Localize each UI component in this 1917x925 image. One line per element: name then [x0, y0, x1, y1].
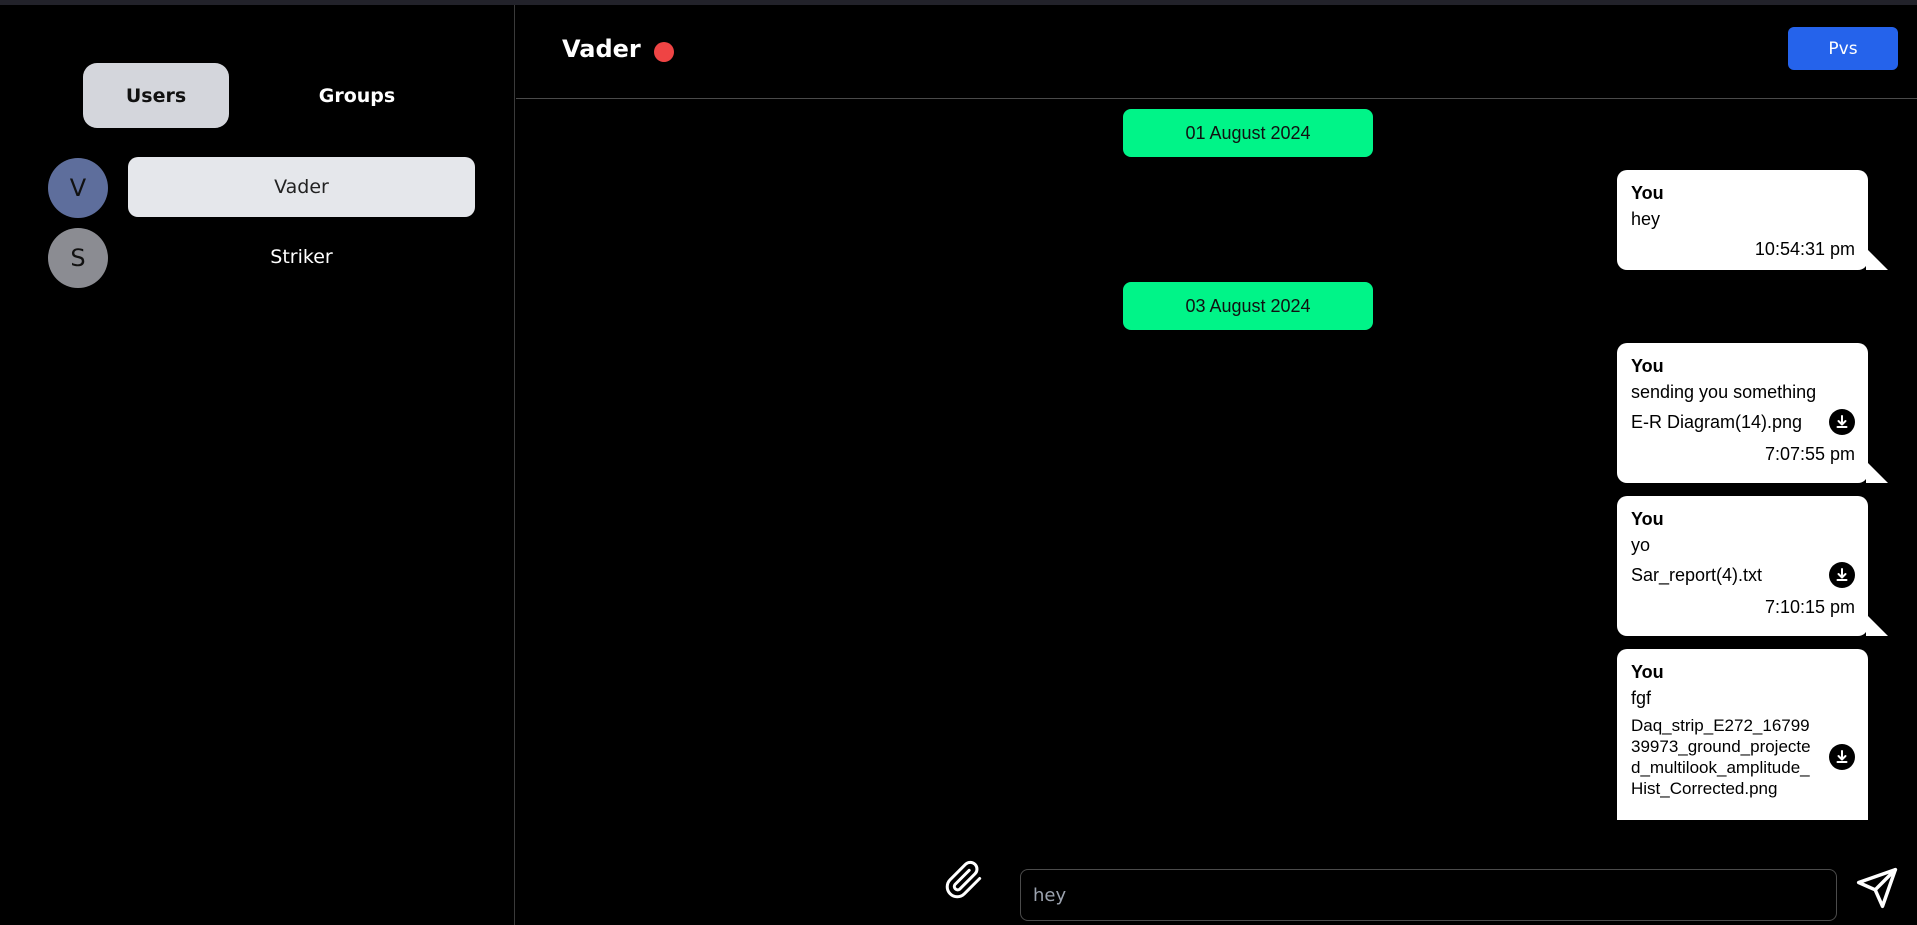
- status-indicator: [654, 42, 674, 62]
- chat-title: Vader: [562, 35, 641, 63]
- chat-header: Vader Pvs: [516, 5, 1917, 99]
- file-name: Daq_strip_E272_1679939973_ground_project…: [1631, 716, 1811, 798]
- message-text: sending you something: [1631, 382, 1817, 402]
- user-list-item-vader[interactable]: V Vader: [0, 157, 515, 219]
- message-sender: You: [1631, 183, 1664, 203]
- download-icon[interactable]: [1829, 562, 1855, 588]
- file-name: E-R Diagram(14).png: [1631, 411, 1803, 432]
- file-attachment: E-R Diagram(14).png: [1631, 409, 1855, 435]
- date-separator: 01 August 2024: [1123, 109, 1373, 157]
- user-list-item-striker[interactable]: S Striker: [0, 227, 515, 289]
- user-name[interactable]: Striker: [128, 227, 475, 287]
- message-text: hey: [1631, 209, 1661, 229]
- message-time: 7:10:15 pm: [1764, 597, 1855, 617]
- message-input[interactable]: [1020, 869, 1837, 921]
- message-time: 7:07:55 pm: [1764, 444, 1855, 464]
- message-sender: You: [1631, 509, 1664, 529]
- message-bubble: You yo Sar_report(4).txt 7:10:15 pm: [1617, 496, 1888, 636]
- paperclip-icon[interactable]: [944, 860, 984, 900]
- download-icon[interactable]: [1829, 744, 1855, 770]
- user-name[interactable]: Vader: [128, 157, 475, 217]
- avatar: V: [48, 158, 108, 218]
- tab-users[interactable]: Users: [83, 63, 229, 128]
- message-bubble: You hey 10:54:31 pm: [1617, 170, 1888, 270]
- message-list[interactable]: 01 August 2024 You hey 10:54:31 pm 03 Au…: [516, 100, 1917, 820]
- message-time: 10:54:31 pm: [1754, 239, 1855, 259]
- pvs-button[interactable]: Pvs: [1788, 27, 1898, 70]
- message-sender: You: [1631, 662, 1664, 682]
- file-attachment: Daq_strip_E272_1679939973_ground_project…: [1631, 715, 1855, 799]
- message-text: fgf: [1631, 688, 1652, 708]
- date-separator: 03 August 2024: [1123, 282, 1373, 330]
- chat-panel: Vader Pvs 01 August 2024 You hey 10:54:3…: [516, 5, 1917, 925]
- send-icon[interactable]: [1855, 866, 1899, 910]
- tab-groups[interactable]: Groups: [268, 63, 446, 128]
- file-name: Sar_report(4).txt: [1631, 564, 1763, 585]
- download-icon[interactable]: [1829, 409, 1855, 435]
- message-bubble: You sending you something E-R Diagram(14…: [1617, 343, 1888, 483]
- sidebar: Users Groups V Vader S Striker: [0, 5, 515, 925]
- avatar: S: [48, 228, 108, 288]
- message-bubble: You fgf Daq_strip_E272_1679939973_ground…: [1617, 649, 1868, 820]
- message-sender: You: [1631, 356, 1664, 376]
- message-composer: [516, 820, 1917, 925]
- message-text: yo: [1631, 535, 1651, 555]
- file-attachment: Sar_report(4).txt: [1631, 562, 1855, 588]
